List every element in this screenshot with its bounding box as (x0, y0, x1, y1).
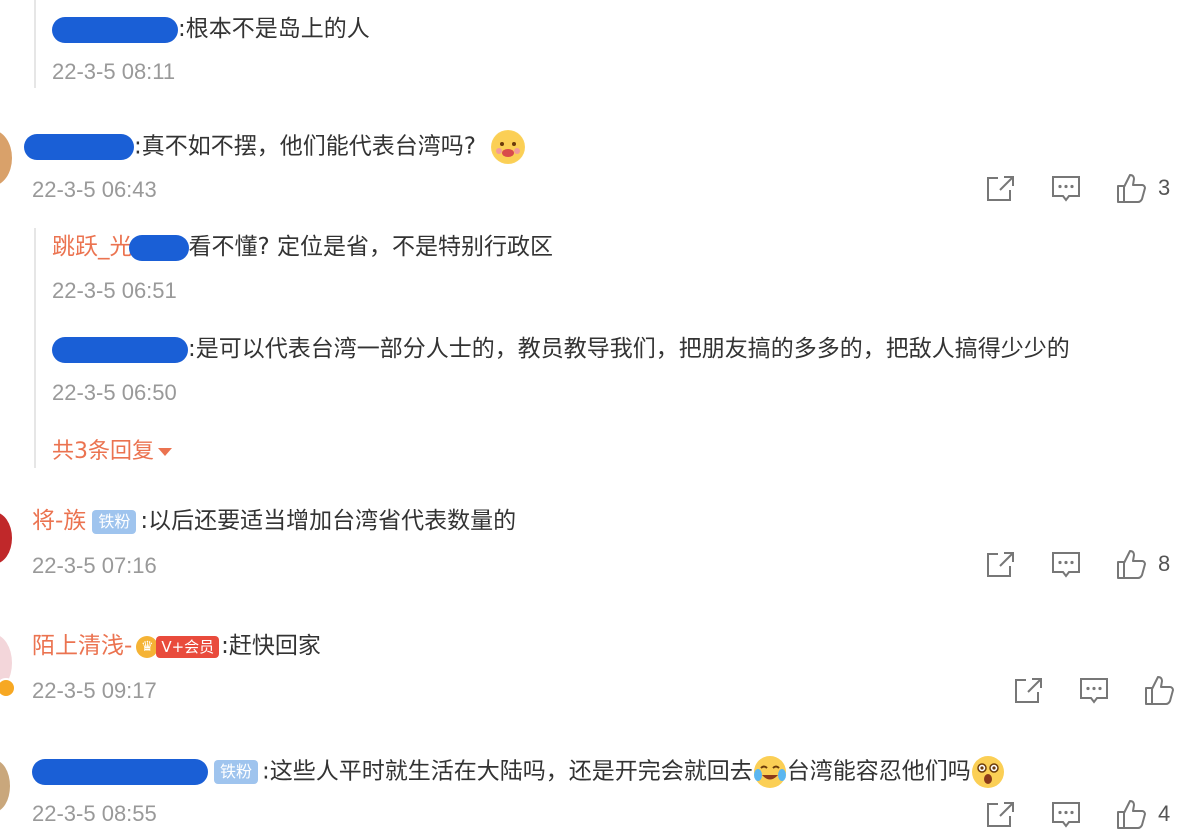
reply-thread-line (34, 228, 36, 468)
verified-icon (0, 678, 16, 698)
share-icon (1015, 678, 1042, 703)
comment-button[interactable] (1050, 800, 1082, 830)
reply-timestamp: 22-3-5 08:11 (52, 59, 176, 84)
comment-text-row: 将-族 铁粉:以后还要适当增加台湾省代表数量的 (32, 506, 516, 536)
redacted-username (52, 16, 178, 43)
share-icon (987, 552, 1014, 577)
vip-label: V+会员 (156, 635, 220, 658)
more-replies-link[interactable]: 共3条回复 (52, 438, 172, 466)
comment-timestamp: 22-3-5 07:16 (32, 553, 157, 578)
crown-icon: ♛ (136, 635, 159, 658)
reply-text: 看不懂? 定位是省，不是特别行政区 (188, 234, 554, 260)
comment-text-continued: 台湾能容忍他们吗 (786, 758, 971, 785)
more-replies-label: 共3条回复 (52, 439, 154, 464)
thumb-up-icon (1117, 800, 1146, 829)
redacted-username[interactable] (52, 336, 188, 363)
like-count: 3 (1158, 175, 1171, 200)
reply-text: :根本不是岛上的人 (178, 16, 370, 42)
crying-laugh-emoji (753, 755, 787, 789)
comment-text-row: 铁粉:这些人平时就生活在大陆吗，还是开完会就回去 台湾能容忍他们吗 (32, 755, 1005, 789)
reply-author[interactable]: 跳跃_光 (52, 234, 133, 260)
like-count: 8 (1158, 551, 1171, 576)
comment-author[interactable]: 陌上清浅- (32, 633, 132, 659)
comment-icon (1080, 678, 1108, 704)
comment-text: :真不如不摆，他们能代表台湾吗? (134, 133, 476, 160)
avatar[interactable] (0, 130, 12, 186)
reply-timestamp: 22-3-5 06:50 (52, 380, 177, 405)
fan-badge: 铁粉 (214, 760, 259, 784)
comment-timestamp: 22-3-5 08:55 (32, 801, 157, 826)
share-button[interactable] (984, 800, 1016, 830)
reply-text-row: :根本不是岛上的人 (52, 14, 370, 44)
share-icon (987, 802, 1014, 827)
comment-text: :这些人平时就生活在大陆吗，还是开完会就回去 (262, 758, 753, 785)
comment-text-row: 陌上清浅- ♛ V+会员:赶快回家 (32, 631, 321, 661)
thumb-up-icon (1145, 676, 1174, 705)
like-button[interactable]: 8 (1116, 548, 1170, 580)
redacted-username[interactable] (32, 759, 208, 785)
comment-icon (1052, 176, 1080, 202)
comment-timestamp: 22-3-5 06:43 (32, 177, 157, 202)
fan-badge: 铁粉 (92, 509, 137, 534)
redacted-username[interactable] (24, 134, 134, 160)
comment-icon (1052, 552, 1080, 578)
thumb-up-icon (1117, 550, 1146, 579)
comment-text: :赶快回家 (221, 633, 321, 659)
comment-timestamp: 22-3-5 09:17 (32, 678, 157, 703)
like-button[interactable] (1144, 674, 1174, 706)
thumb-up-icon (1117, 174, 1146, 203)
reply-text-row: 跳跃_光 看不懂? 定位是省，不是特别行政区 (52, 232, 553, 262)
like-count: 4 (1158, 801, 1171, 826)
comment-button[interactable] (1050, 174, 1082, 204)
comment-author[interactable]: 将-族 (32, 508, 86, 534)
like-button[interactable]: 4 (1116, 798, 1170, 830)
chevron-down-icon (158, 448, 172, 456)
comment-text-row: :真不如不摆，他们能代表台湾吗? (24, 130, 526, 164)
avatar[interactable] (0, 512, 12, 564)
comment-icon (1052, 802, 1080, 828)
share-button[interactable] (1012, 676, 1044, 706)
comment-button[interactable] (1050, 550, 1082, 580)
share-button[interactable] (984, 174, 1016, 204)
redacted-username (128, 234, 189, 261)
reply-thread-line (34, 0, 36, 88)
comment-button[interactable] (1078, 676, 1110, 706)
shocked-face-emoji (971, 755, 1005, 789)
reply-text-row: :是可以代表台湾一部分人士的，教员教导我们，把朋友搞的多多的，把敌人搞得少少的 (52, 334, 1070, 364)
drooling-face-emoji (491, 130, 526, 164)
avatar[interactable] (0, 760, 10, 812)
reply-text: :是可以代表台湾一部分人士的，教员教导我们，把朋友搞的多多的，把敌人搞得少少的 (188, 336, 1070, 362)
like-button[interactable]: 3 (1116, 172, 1170, 204)
share-button[interactable] (984, 550, 1016, 580)
reply-timestamp: 22-3-5 06:51 (52, 278, 177, 303)
comment-text: :以后还要适当增加台湾省代表数量的 (140, 508, 517, 534)
vip-badge[interactable]: ♛ V+会员 (136, 635, 220, 658)
share-icon (987, 176, 1014, 201)
